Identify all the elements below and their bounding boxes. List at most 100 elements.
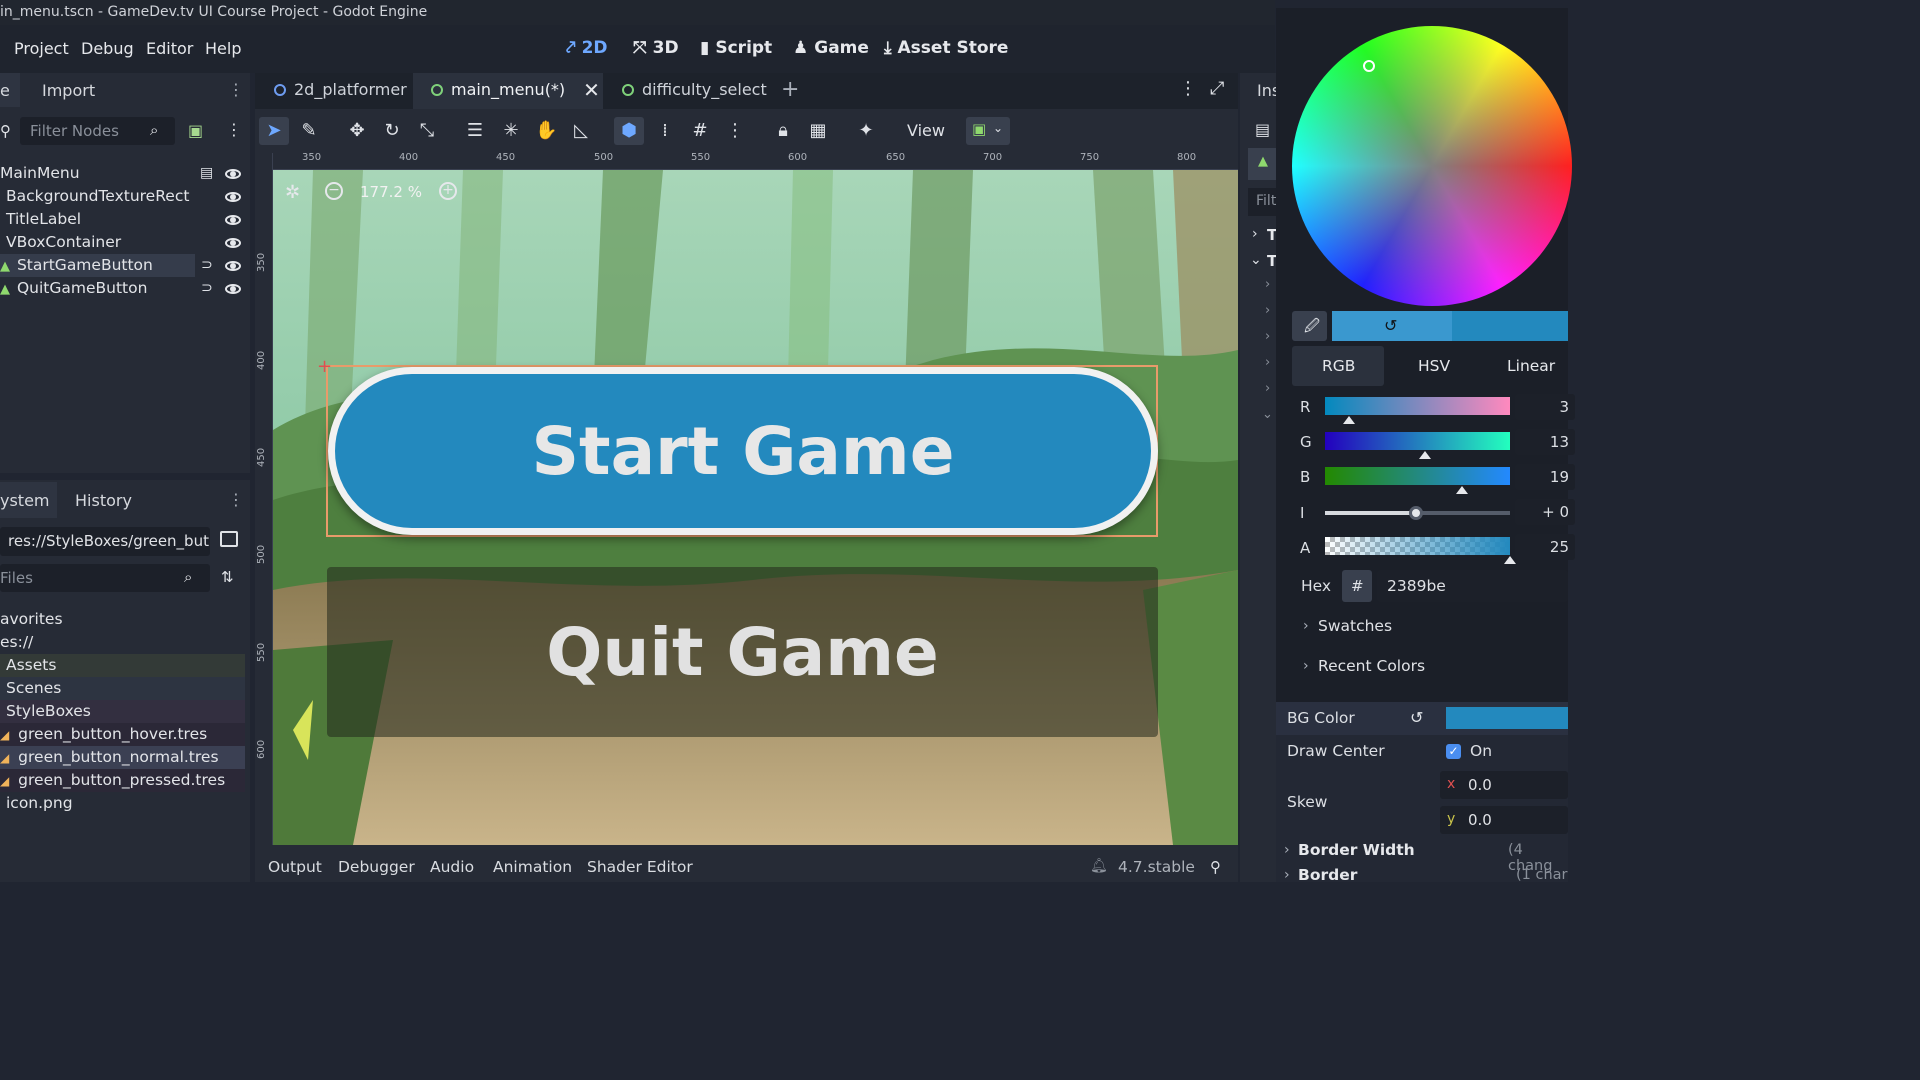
eyedropper-button[interactable]: 🖉︎ xyxy=(1292,311,1327,341)
r-slider-handle[interactable] xyxy=(1343,416,1356,424)
history-tab[interactable]: History xyxy=(75,491,132,510)
view-menu[interactable]: View xyxy=(907,121,945,140)
shader-editor-tab[interactable]: Shader Editor xyxy=(587,858,693,876)
r-value[interactable]: 3 xyxy=(1515,394,1575,420)
chevron-right-icon[interactable]: › xyxy=(1265,381,1270,396)
color-wheel[interactable] xyxy=(1292,26,1572,306)
fs-favorites[interactable]: avorites xyxy=(0,608,245,631)
i-slider-handle[interactable] xyxy=(1408,506,1423,520)
snap-options-icon[interactable]: ⁞ xyxy=(654,120,676,142)
chevron-right-icon[interactable]: › xyxy=(1265,303,1270,318)
paint-tool-icon[interactable]: ✎ xyxy=(298,120,320,142)
fs-file-icon-png[interactable]: icon.png xyxy=(0,792,245,815)
visibility-eye-icon[interactable] xyxy=(225,169,241,179)
filter-nodes-input[interactable]: Filter Nodes ⌕ xyxy=(20,117,175,145)
zoom-level[interactable]: 177.2 % xyxy=(360,183,422,201)
script-attached-icon[interactable]: ▤ xyxy=(200,162,213,185)
menu-project[interactable]: Project xyxy=(14,39,69,58)
filter-files-input[interactable]: Files ⌕ xyxy=(0,564,210,592)
skew-x-input[interactable]: x 0.0 xyxy=(1440,771,1568,799)
workspace-script-button[interactable]: ▮ Script xyxy=(700,38,772,58)
menu-help[interactable]: Help xyxy=(205,39,241,58)
hex-input[interactable]: 2389be xyxy=(1377,570,1568,602)
tree-node-quitgamebutton[interactable]: ▲ QuitGameButton ⊃ xyxy=(0,277,250,300)
fs-file-green-button-normal[interactable]: ◢ green_button_normal.tres xyxy=(0,746,245,769)
start-game-button[interactable]: Start Game xyxy=(328,367,1158,535)
pivot-icon[interactable]: ✳ xyxy=(500,120,522,142)
mode-hsv-tab[interactable]: HSV xyxy=(1418,357,1450,375)
workspace-3d-button[interactable]: ⤧ 3D xyxy=(633,38,679,58)
fs-file-green-button-hover[interactable]: ◢ green_button_hover.tres xyxy=(0,723,245,746)
visibility-eye-icon[interactable] xyxy=(225,215,241,225)
chevron-down-icon[interactable]: ⌄ xyxy=(1250,252,1262,268)
list-select-icon[interactable]: ☰ xyxy=(464,120,486,142)
notification-icon[interactable]: 🔔︎ xyxy=(1090,858,1108,874)
select-tool-icon[interactable]: ➤ xyxy=(263,120,285,142)
more-icon[interactable]: ⋮ xyxy=(226,120,242,139)
distraction-free-icon[interactable]: ⤢ xyxy=(1210,78,1224,99)
object-button[interactable]: ▲ xyxy=(1248,148,1276,180)
workspace-game-button[interactable]: ♟ Game xyxy=(793,38,869,58)
canvas-viewport[interactable]: + Start Game Quit Game ✲ − 177.2 % + xyxy=(273,170,1238,845)
tree-node-backgroundtexturerect[interactable]: BackgroundTextureRect xyxy=(0,185,250,208)
mode-linear-tab[interactable]: Linear xyxy=(1507,357,1555,375)
signal-icon[interactable]: ⊃ xyxy=(201,277,213,300)
path-field[interactable]: res://StyleBoxes/green_but xyxy=(0,527,210,556)
lock-icon[interactable]: 🔒︎ xyxy=(772,120,794,142)
dock-menu-icon[interactable]: ⋮ xyxy=(228,490,244,509)
dock-menu-icon[interactable]: ⋮ xyxy=(228,80,244,99)
chevron-down-icon[interactable]: ⌄ xyxy=(1262,407,1273,422)
g-slider[interactable] xyxy=(1325,432,1510,450)
g-value[interactable]: 13 xyxy=(1515,429,1575,455)
output-tab[interactable]: Output xyxy=(268,858,322,876)
border-section[interactable]: Border xyxy=(1298,866,1357,884)
move-tool-icon[interactable]: ✥ xyxy=(346,120,368,142)
filesystem-tab[interactable]: ystem xyxy=(0,482,57,518)
zoom-in-icon[interactable]: + xyxy=(439,182,457,200)
b-value[interactable]: 19 xyxy=(1515,464,1575,490)
r-slider[interactable] xyxy=(1325,397,1510,415)
draw-center-checkbox[interactable]: ✓ xyxy=(1446,744,1461,759)
signal-icon[interactable]: ⊃ xyxy=(201,257,213,273)
b-slider-handle[interactable] xyxy=(1455,486,1468,494)
scene-tab[interactable]: e xyxy=(0,73,20,107)
close-icon[interactable]: ✕ xyxy=(583,73,600,107)
add-tab-icon[interactable]: + xyxy=(781,77,799,102)
tree-node-startgamebutton[interactable]: ▲ StartGameButton xyxy=(0,254,195,277)
scene-tab-2d-platformer[interactable]: 2d_platformer xyxy=(274,73,407,107)
hex-prefix-button[interactable]: # xyxy=(1342,570,1372,602)
recent-colors-section[interactable]: Recent Colors xyxy=(1318,657,1425,675)
pivot-cross-icon[interactable]: + xyxy=(317,356,332,377)
ruler-tool-icon[interactable]: ◺ xyxy=(570,120,592,142)
scene-tab-difficulty-select[interactable]: difficulty_select xyxy=(622,73,767,107)
chevron-right-icon[interactable]: › xyxy=(1265,277,1270,292)
workspace-asset-store-button[interactable]: ⤓ Asset Store xyxy=(884,38,1008,58)
chevron-right-icon[interactable]: › xyxy=(1265,329,1270,344)
workspace-2d-button[interactable]: ⤤ 2D xyxy=(566,38,608,58)
zoom-out-icon[interactable]: − xyxy=(325,182,343,200)
fs-folder-styleboxes[interactable]: StyleBoxes xyxy=(0,700,245,723)
visibility-eye-icon[interactable] xyxy=(225,238,241,248)
anchor-preset-dropdown[interactable]: ▣ ⌄ xyxy=(966,117,1010,145)
menu-editor[interactable]: Editor xyxy=(146,39,193,58)
swatches-section[interactable]: Swatches xyxy=(1318,617,1392,635)
tree-node-vboxcontainer[interactable]: VBoxContainer xyxy=(0,231,250,254)
split-view-icon[interactable] xyxy=(220,531,238,547)
skew-y-input[interactable]: y 0.0 xyxy=(1440,806,1568,834)
link-icon[interactable]: ⚲ xyxy=(0,122,11,140)
fs-folder-assets[interactable]: Assets xyxy=(0,654,245,677)
smart-snap-icon[interactable]: ⬢ xyxy=(618,120,640,142)
pin-icon[interactable]: ⚲ xyxy=(1210,858,1221,876)
attach-script-icon[interactable]: ▣ xyxy=(188,121,203,140)
debugger-tab[interactable]: Debugger xyxy=(338,858,415,876)
center-view-icon[interactable]: ✲ xyxy=(285,182,300,203)
bg-color-swatch[interactable] xyxy=(1446,707,1568,729)
color-wheel-handle[interactable] xyxy=(1363,60,1375,72)
mode-rgb-tab[interactable]: RGB xyxy=(1292,346,1384,386)
visibility-eye-icon[interactable] xyxy=(225,261,241,271)
tree-node-titlelabel[interactable]: TitleLabel xyxy=(0,208,250,231)
rotate-tool-icon[interactable]: ↻ xyxy=(381,120,403,142)
import-tab[interactable]: Import xyxy=(42,81,95,100)
group-icon[interactable]: ▦ xyxy=(807,120,829,142)
chevron-right-icon[interactable]: › xyxy=(1252,226,1258,242)
